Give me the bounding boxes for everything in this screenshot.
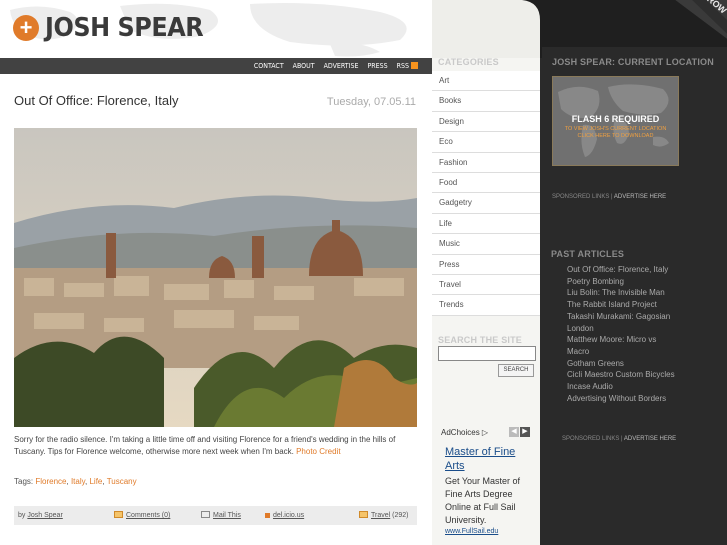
comments-label: Comments (0) (126, 512, 171, 519)
post-tags: Tags: Florence, Italy, Life, Tuscany (14, 477, 137, 486)
tag-florence[interactable]: Florence (35, 477, 66, 486)
post-body: Sorry for the radio silence. I'm taking … (14, 434, 416, 458)
categories-heading: CATEGORIES (438, 57, 499, 67)
delicious-icon (265, 513, 270, 518)
category-link[interactable]: Travel (292) (359, 506, 409, 525)
top-nav: CONTACT ABOUT ADVERTISE PRESS RSS (0, 58, 432, 74)
grow-ribbon[interactable]: GROW (660, 0, 727, 56)
flash-sub-line-2: CLICK HERE TO DOWNLOAD (577, 133, 654, 139)
category-music[interactable]: Music (432, 234, 540, 255)
category-eco[interactable]: Eco (432, 132, 540, 153)
column-curve-divider (522, 0, 542, 58)
category-art[interactable]: Art (432, 71, 540, 92)
advertise-here-link[interactable]: ADVERTISE HERE (624, 436, 676, 442)
past-article[interactable]: Cicli Maestro Custom Bicycles (567, 369, 679, 381)
adchoices-icon: ▷ (481, 428, 489, 437)
past-article[interactable]: The Rabbit Island Project (567, 299, 679, 311)
flash-sub-line-1: TO VIEW JOSH'S CURRENT LOCATION (564, 126, 667, 132)
category-design[interactable]: Design (432, 111, 540, 133)
past-articles-list: Out Of Office: Florence, Italy Poetry Bo… (567, 264, 679, 404)
category-gadgetry[interactable]: Gadgetry (432, 193, 540, 214)
tag-italy[interactable]: Italy (71, 477, 85, 486)
flash-location-map[interactable]: FLASH 6 REQUIRED TO VIEW JOSH'S CURRENT … (552, 76, 679, 166)
author-link[interactable]: Josh Spear (27, 512, 62, 519)
nav-rss[interactable]: RSS (397, 58, 418, 74)
photo-credit-link[interactable]: Photo Credit (296, 447, 340, 456)
florence-skyline-illustration (14, 128, 417, 427)
comment-icon (114, 511, 123, 518)
tag-tuscany[interactable]: Tuscany (107, 477, 137, 486)
past-article[interactable]: Matthew Moore: Micro vs Macro (567, 334, 667, 357)
past-article[interactable]: Liu Bolin: The Invisible Man (567, 287, 679, 299)
ad-title-link[interactable]: Master of Fine Arts (445, 445, 535, 473)
site-name: JOSH SPEAR (45, 13, 204, 43)
delicious-label: del.icio.us (273, 512, 305, 519)
current-location-heading: JOSH SPEAR: CURRENT LOCATION (552, 57, 714, 67)
tag-life[interactable]: Life (89, 477, 102, 486)
post-title[interactable]: Out Of Office: Florence, Italy (14, 93, 179, 108)
nav-press[interactable]: PRESS (367, 58, 387, 74)
past-article[interactable]: Gotham Greens (567, 358, 679, 370)
post-photo-florence (14, 128, 417, 427)
past-article[interactable]: Out Of Office: Florence, Italy (567, 264, 679, 276)
category-fashion[interactable]: Fashion (432, 152, 540, 173)
sponsored-label: SPONSORED LINKS | (552, 194, 613, 200)
category-travel[interactable]: Travel (432, 274, 540, 296)
header: + JOSH SPEAR (0, 0, 432, 58)
adchoices-label[interactable]: AdChoices ▷ (441, 428, 488, 437)
mail-this-link[interactable]: Mail This (201, 506, 241, 525)
past-article[interactable]: Advertising Without Borders (567, 393, 679, 405)
past-articles-heading: PAST ARTICLES (551, 249, 625, 259)
sponsored-links-top: SPONSORED LINKS | ADVERTISE HERE (552, 194, 666, 200)
category-books[interactable]: Books (432, 91, 540, 112)
category-trends[interactable]: Trends (432, 295, 540, 316)
ad-prev-icon[interactable]: ◀ (509, 427, 519, 437)
post-date: Tuesday, 07.05.11 (326, 96, 416, 108)
nav-contact[interactable]: CONTACT (254, 58, 284, 74)
sponsored-links-bottom: SPONSORED LINKS | ADVERTISE HERE (562, 436, 676, 442)
category-label: Travel (371, 512, 391, 519)
sponsored-label: SPONSORED LINKS | (562, 436, 623, 442)
past-article[interactable]: Incase Audio (567, 381, 679, 393)
folder-icon (359, 511, 368, 518)
comments-link[interactable]: Comments (0) (114, 506, 170, 525)
nav-advertise[interactable]: ADVERTISE (324, 58, 359, 74)
nav-about[interactable]: ABOUT (293, 58, 315, 74)
rss-icon (411, 62, 418, 69)
post-footer: by Josh Spear Comments (0) Mail This del… (14, 506, 417, 525)
flash-required-title: FLASH 6 REQUIRED (571, 114, 660, 124)
by-label: by (18, 512, 26, 519)
tags-label: Tags: (14, 477, 34, 486)
nav-rss-label: RSS (396, 62, 409, 70)
post-author: by Josh Spear (18, 506, 63, 525)
ad-next-icon[interactable]: ▶ (520, 427, 530, 437)
category-food[interactable]: Food (432, 172, 540, 194)
search-button[interactable]: SEARCH (498, 364, 534, 377)
ad-pager: ◀ ▶ (508, 427, 530, 437)
plus-icon: + (13, 15, 39, 41)
adchoices-text: AdChoices (441, 428, 480, 437)
mail-icon (201, 511, 210, 518)
delicious-link[interactable]: del.icio.us (265, 506, 304, 525)
category-press[interactable]: Press (432, 254, 540, 275)
advertise-here-link[interactable]: ADVERTISE HERE (614, 194, 666, 200)
search-heading: SEARCH THE SITE (438, 335, 523, 345)
site-logo[interactable]: + JOSH SPEAR (13, 13, 217, 43)
category-count: (292) (392, 512, 409, 519)
category-list: Art Books Design Eco Fashion Food Gadget… (432, 71, 540, 316)
search-input[interactable] (438, 346, 536, 361)
mail-label: Mail This (213, 512, 241, 519)
ad-text: Get Your Master of Fine Arts Degree Onli… (445, 476, 521, 525)
category-life[interactable]: Life (432, 213, 540, 235)
flash-instructions: TO VIEW JOSH'S CURRENT LOCATION CLICK HE… (553, 126, 678, 140)
past-article[interactable]: Poetry Bombing (567, 276, 679, 288)
past-article[interactable]: Takashi Murakami: Gagosian London (567, 311, 679, 334)
ad-url-link[interactable]: www.FullSail.edu (445, 528, 498, 535)
